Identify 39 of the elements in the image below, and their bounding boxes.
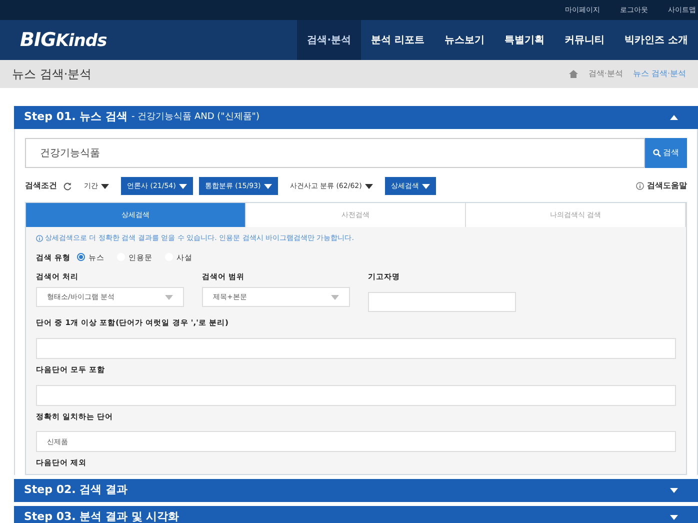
step-title: Step 02. 검색 결과: [24, 482, 128, 498]
step-title: Step 01. 뉴스 검색: [24, 109, 128, 126]
page-title: 뉴스 검색·분석: [12, 66, 92, 83]
breadcrumb-link[interactable]: 검색·분석: [588, 68, 623, 80]
help-link[interactable]: 검색도움말: [647, 180, 687, 192]
info-icon: [36, 234, 43, 242]
input-field[interactable]: [36, 384, 676, 406]
chevron-icon: [165, 294, 173, 300]
expand-icon: [670, 515, 678, 520]
step-header[interactable]: Step 02. 검색 결과: [14, 479, 698, 502]
step-header[interactable]: Step 03. 분석 결과 및 시각화: [14, 506, 698, 523]
nav-item[interactable]: 커뮤니티: [554, 20, 615, 60]
nav-item[interactable]: 뉴스보기: [434, 20, 495, 60]
refresh-icon[interactable]: [63, 182, 72, 190]
caret-icon: [422, 184, 430, 188]
input-field[interactable]: [36, 338, 676, 359]
step-header[interactable]: Step 01. 뉴스 검색 - 건강기능식품 AND ("신제품"): [14, 106, 698, 129]
step-title: Step 03. 분석 결과 및 시각화: [24, 509, 180, 523]
nav-item[interactable]: 빅카인즈 소개: [614, 20, 698, 60]
home-icon[interactable]: [569, 70, 578, 78]
info-icon: [636, 182, 644, 190]
input-field[interactable]: [368, 292, 516, 312]
chevron-icon: [331, 294, 339, 300]
search-field[interactable]: 건강기능식품: [25, 138, 645, 168]
caret-icon: [101, 184, 109, 188]
logo[interactable]: BIGKinds: [20, 26, 107, 54]
nav-item[interactable]: 검색·분석: [297, 20, 362, 60]
caret-icon: [364, 184, 373, 188]
caret-icon: [264, 184, 272, 188]
search-button[interactable]: 검색: [645, 138, 687, 168]
caret-icon: [178, 184, 187, 188]
expand-icon: [670, 488, 678, 493]
query-summary: - 건강기능식품 AND ("신제품"): [132, 110, 260, 124]
radio-button[interactable]: [76, 253, 85, 262]
nav-item[interactable]: 특별기획: [494, 20, 555, 60]
conditions-label: 검색조건: [25, 180, 57, 192]
search-icon: [653, 149, 661, 157]
nav-item[interactable]: 분석 리포트: [361, 20, 435, 60]
collapse-icon: [670, 115, 678, 120]
